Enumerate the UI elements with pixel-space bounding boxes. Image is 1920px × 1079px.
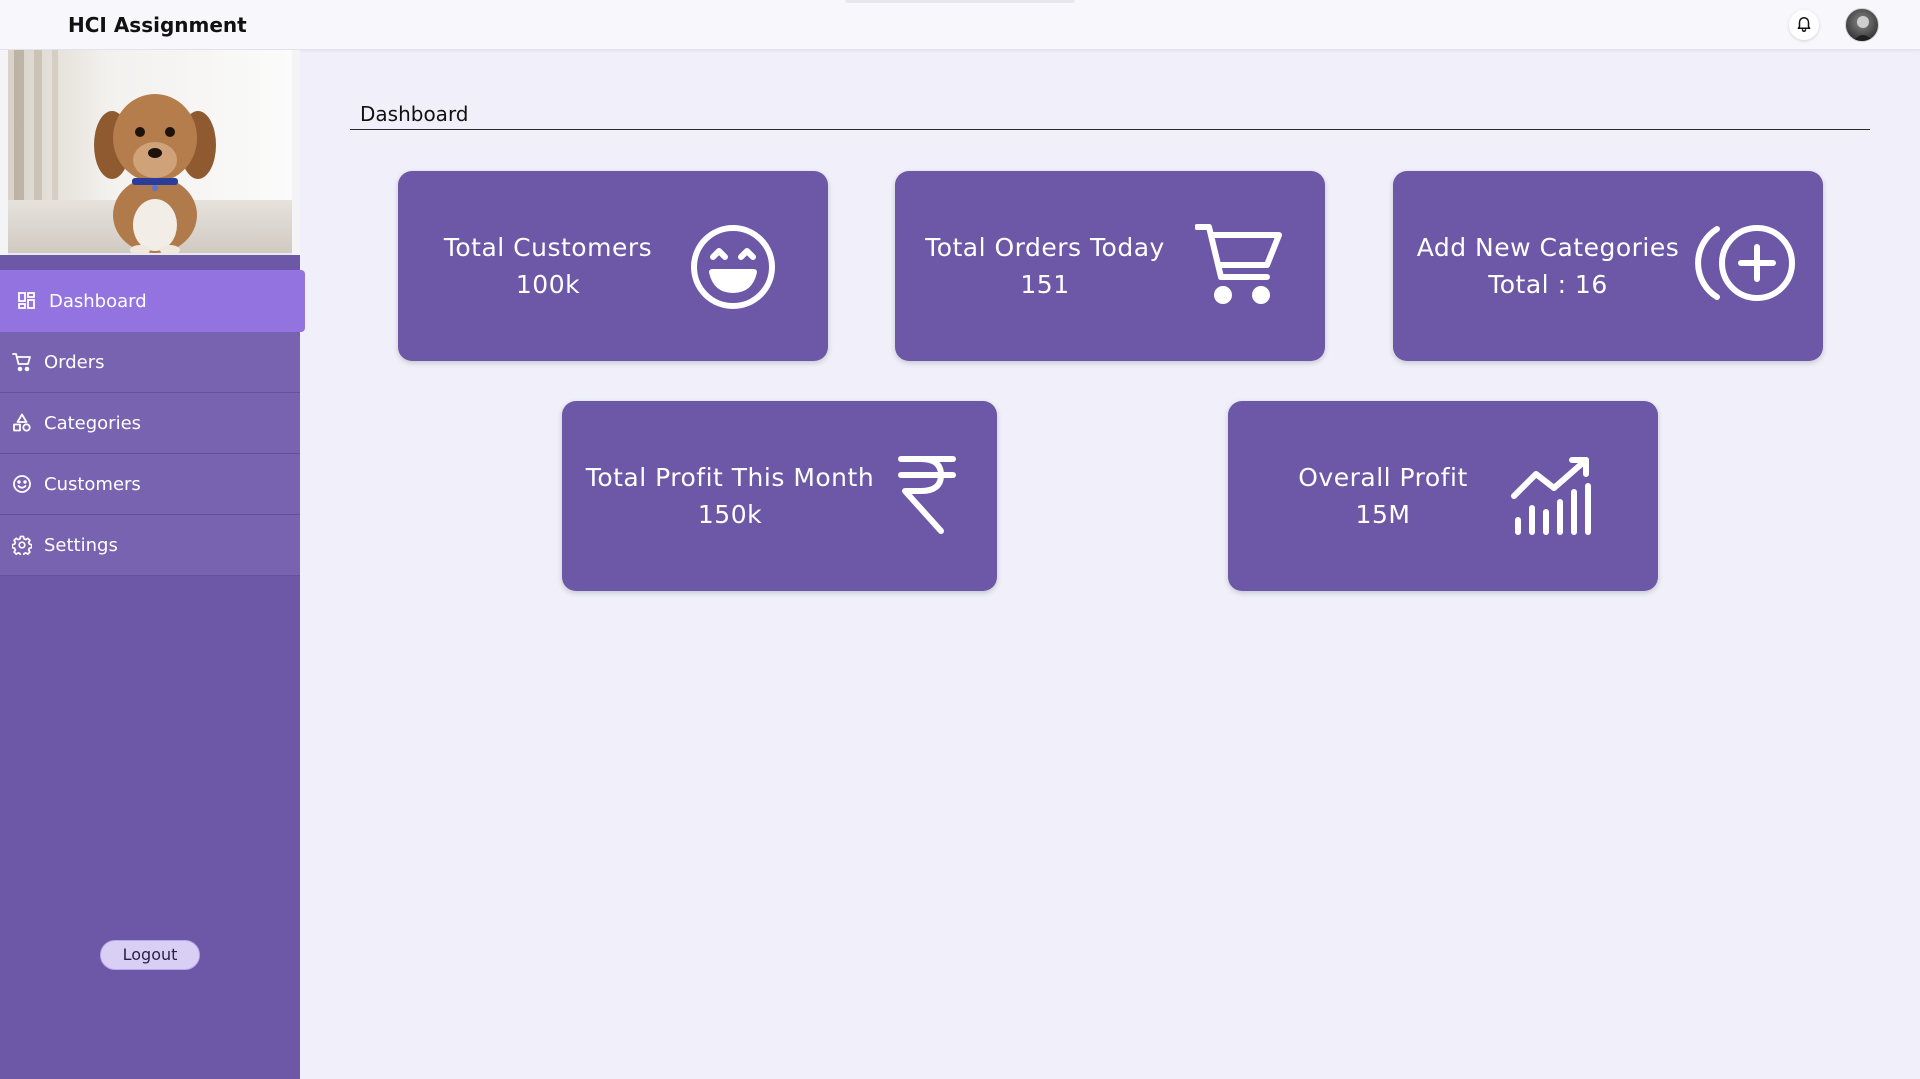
avatar[interactable] — [1845, 8, 1879, 42]
grinning-face-icon — [690, 224, 776, 314]
card-value: 15M — [1355, 500, 1411, 529]
sidebar-item-label: Customers — [44, 473, 141, 495]
sidebar-item-orders[interactable]: Orders — [0, 332, 300, 393]
grid-icon — [17, 291, 37, 311]
card-value: Total : 16 — [1488, 270, 1608, 299]
card-label: Total Profit This Month — [585, 463, 875, 492]
add-circle-icon — [1695, 223, 1799, 307]
card-total-orders[interactable]: Total Orders Today 151 — [895, 171, 1325, 361]
card-overall-profit[interactable]: Overall Profit 15M — [1228, 401, 1658, 591]
smile-icon — [12, 474, 32, 494]
card-total-profit-month[interactable]: Total Profit This Month 150k — [562, 401, 997, 591]
sidebar-item-dashboard[interactable]: Dashboard — [0, 270, 305, 332]
gear-icon — [12, 535, 32, 555]
sidebar-item-label: Categories — [44, 412, 142, 434]
card-label: Total Orders Today — [925, 233, 1165, 262]
card-value: 151 — [1020, 270, 1070, 299]
sidebar-item-label: Orders — [44, 351, 105, 373]
trending-chart-icon — [1510, 456, 1592, 540]
title-divider — [350, 129, 1870, 130]
sidebar-item-label: Dashboard — [49, 290, 147, 312]
logout-button[interactable]: Logout — [100, 940, 200, 970]
card-label: Total Customers — [443, 233, 653, 262]
rupee-icon — [897, 453, 957, 539]
card-value: 100k — [515, 270, 581, 299]
page-title: Dashboard — [360, 102, 469, 126]
card-label: Add New Categories — [1416, 233, 1680, 262]
cart-icon — [12, 352, 32, 372]
app-title: HCI Assignment — [68, 13, 247, 37]
sidebar-item-customers[interactable]: Customers — [0, 454, 300, 515]
profile-photo — [0, 50, 300, 255]
top-bar: HCI Assignment — [0, 0, 1920, 50]
sidebar-item-categories[interactable]: Categories — [0, 393, 300, 454]
bell-icon — [1795, 14, 1813, 36]
shopping-cart-icon — [1194, 221, 1285, 315]
sidebar-item-label: Settings — [44, 534, 118, 556]
top-handle — [845, 0, 1075, 3]
card-label: Overall Profit — [1298, 463, 1468, 492]
sidebar-nav: Dashboard Orders Categories Customers Se… — [0, 270, 305, 576]
card-add-categories[interactable]: Add New Categories Total : 16 — [1393, 171, 1823, 361]
shapes-icon — [12, 413, 32, 433]
card-total-customers[interactable]: Total Customers 100k — [398, 171, 828, 361]
sidebar: Dashboard Orders Categories Customers Se… — [0, 50, 305, 1079]
card-value: 150k — [697, 500, 763, 529]
notifications-button[interactable] — [1789, 10, 1819, 40]
sidebar-item-settings[interactable]: Settings — [0, 515, 300, 576]
